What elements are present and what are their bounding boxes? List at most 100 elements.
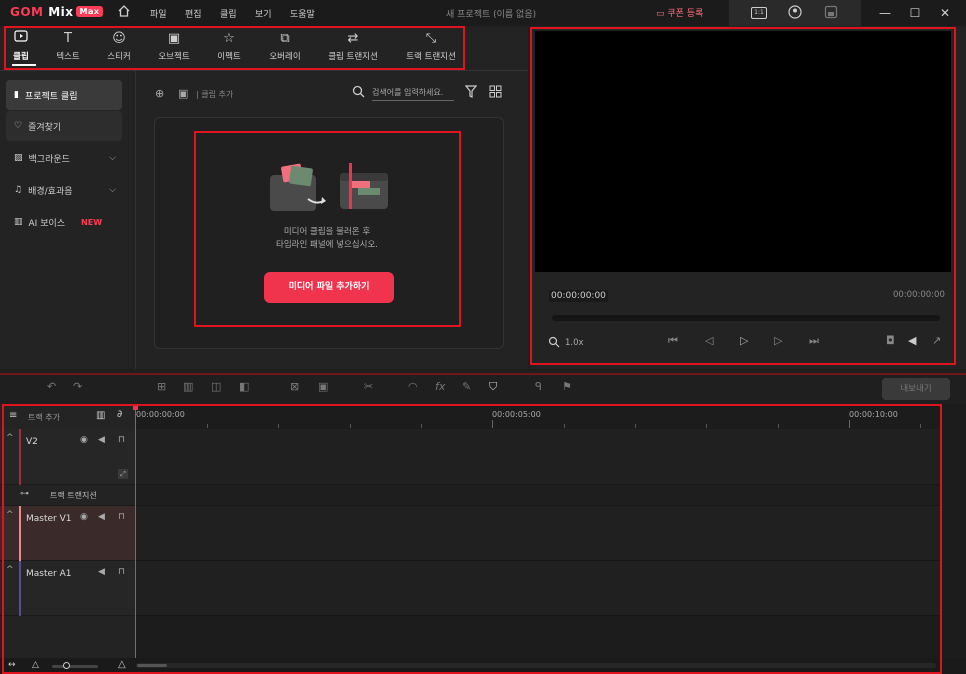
track-transition-icon: ⤡ — [425, 31, 437, 46]
trim-icon[interactable]: ◫ — [211, 380, 221, 393]
fx-icon[interactable]: fx — [435, 380, 445, 393]
menu-file[interactable]: 파일 — [150, 7, 167, 20]
lock-icon[interactable]: ⊓ — [118, 512, 125, 522]
track-header-empty — [0, 616, 135, 658]
playhead[interactable] — [135, 404, 136, 658]
close-icon[interactable]: ✕ — [936, 4, 954, 22]
next-frame-icon[interactable]: ▷ — [774, 334, 782, 347]
playback-speed[interactable]: 1.0x — [565, 338, 584, 348]
collapse-icon[interactable]: ^ — [6, 565, 14, 575]
insert-icon[interactable]: ⊞ — [157, 380, 166, 393]
expand-icon[interactable]: ⤢ — [118, 469, 128, 479]
undo-icon[interactable]: ↶ — [47, 380, 56, 393]
track-header-master-a1[interactable]: ^ Master A1 ◀ ⊓ — [0, 561, 135, 616]
play-icon[interactable]: ▷ — [740, 334, 748, 347]
fullscreen-icon[interactable]: ↗ — [932, 334, 941, 347]
snapshot-icon[interactable]: ◘ — [886, 334, 895, 347]
search-input[interactable]: 검색어를 입력하세요. — [372, 87, 454, 101]
collapse-icon[interactable]: ^ — [6, 433, 14, 443]
import-folder-icon[interactable]: ⊕ — [155, 87, 164, 100]
ruler-tick — [564, 424, 565, 428]
volume-icon[interactable]: ◀ — [98, 435, 105, 445]
add-track-icon[interactable]: ≡ — [9, 410, 17, 421]
skip-start-icon[interactable]: ⏮ — [668, 334, 678, 348]
menu-help[interactable]: 도움말 — [290, 7, 315, 20]
trim-end-icon[interactable]: ◧ — [239, 380, 249, 393]
pen-icon[interactable]: ✎ — [462, 380, 471, 393]
sidebar-item-project-clip[interactable]: ▮ 프로젝트 클립 — [6, 80, 122, 110]
eye-icon[interactable]: ◉ — [80, 512, 88, 522]
volume-icon[interactable]: ◀ — [98, 512, 105, 522]
sticker-icon: ☺ — [112, 31, 126, 46]
split-icon[interactable]: ▥ — [183, 380, 193, 393]
tab-track-transition[interactable]: ⤡ 트랙 트랜지션 — [401, 30, 461, 62]
add-media-button[interactable]: 미디어 파일 추가하기 — [264, 272, 394, 303]
lock-icon[interactable]: ⊓ — [118, 435, 125, 445]
volume-icon[interactable]: ◀ — [908, 334, 916, 347]
aspect-ratio-button[interactable]: 1:1 — [751, 7, 767, 19]
delete-icon[interactable]: ⊠ — [290, 380, 299, 393]
seek-bar[interactable] — [552, 315, 940, 321]
sidebar-item-ai-voice[interactable]: ▥ AI 보이스 NEW — [6, 207, 122, 237]
zoom-icon[interactable] — [548, 336, 560, 351]
clip-add-label[interactable]: | 클립 추가 — [196, 89, 233, 100]
menu-clip[interactable]: 클립 — [220, 7, 237, 20]
scrollbar-thumb[interactable] — [137, 664, 167, 667]
account-icon[interactable] — [788, 5, 802, 22]
search-icon[interactable] — [352, 85, 365, 101]
filter-icon[interactable] — [464, 85, 478, 101]
zoom-in-icon[interactable]: △ — [118, 659, 126, 670]
snap-icon[interactable]: ▥ — [96, 410, 105, 421]
track-lane-v2[interactable] — [136, 429, 940, 485]
tab-sticker[interactable]: ☺ 스티커 — [89, 30, 149, 62]
coupon-button[interactable]: ▭ 쿠폰 등록 — [656, 6, 703, 19]
prev-frame-icon[interactable]: ◁ — [705, 334, 713, 347]
menu-edit[interactable]: 편집 — [185, 7, 202, 20]
skip-end-icon[interactable]: ⏭ — [809, 334, 819, 348]
export-button[interactable]: 내보내기 — [882, 378, 950, 400]
save-icon[interactable] — [824, 5, 838, 22]
track-header-master-v1[interactable]: ^ Master V1 ◉ ◀ ⊓ — [0, 506, 135, 561]
zoom-slider[interactable] — [52, 665, 98, 668]
menu-view[interactable]: 보기 — [255, 7, 272, 20]
collapse-icon[interactable]: ^ — [6, 510, 14, 520]
ruler-tick — [421, 424, 422, 428]
redo-icon[interactable]: ↷ — [73, 380, 82, 393]
tab-object[interactable]: ▣ 오브젝트 — [144, 30, 204, 62]
marker-icon[interactable]: ᑫ — [535, 380, 542, 393]
timeline-scrollbar[interactable] — [136, 663, 936, 668]
track-lane-transition[interactable] — [136, 485, 940, 506]
track-header-v2[interactable]: ^ V2 ◉ ◀ ⊓ ⤢ — [0, 429, 135, 485]
link-chain-icon: ⊶ — [20, 489, 29, 499]
lock-icon[interactable]: ⊓ — [118, 567, 125, 577]
minimize-icon[interactable]: — — [876, 4, 894, 22]
flag-icon[interactable]: ⚑ — [562, 380, 572, 393]
tab-clip-transition[interactable]: ⇄ 클립 트랜지션 — [323, 30, 383, 62]
sidebar-item-background[interactable]: ▨ 백그라운드 ⌵ — [6, 143, 122, 173]
zoom-slider-thumb[interactable] — [63, 662, 70, 669]
video-preview[interactable] — [535, 31, 951, 272]
add-track-label[interactable]: 트랙 추가 — [28, 412, 60, 423]
ripple-delete-icon[interactable]: ▣ — [318, 380, 328, 393]
speed-icon[interactable]: ◠ — [408, 380, 418, 393]
track-lane-master-v1[interactable] — [136, 506, 940, 561]
track-header-transition[interactable]: ⊶ 트랙 트랜지션 — [0, 485, 135, 506]
home-icon[interactable] — [117, 4, 131, 22]
image-icon[interactable]: ▣ — [178, 87, 188, 100]
shield-icon[interactable]: ⛉ — [489, 380, 497, 394]
grid-view-icon[interactable] — [489, 85, 502, 101]
maximize-icon[interactable]: ☐ — [906, 4, 924, 22]
track-lane-master-a1[interactable] — [136, 561, 940, 616]
ruler-tick — [278, 424, 279, 428]
zoom-out-icon[interactable]: △ — [32, 660, 39, 670]
sidebar-item-favorites[interactable]: ♡ 즐겨찾기 — [6, 111, 122, 141]
volume-icon[interactable]: ◀ — [98, 567, 105, 577]
eye-icon[interactable]: ◉ — [80, 435, 88, 445]
link-icon[interactable]: ∂ — [117, 409, 122, 420]
tab-overlay[interactable]: ⧉ 오버레이 — [255, 30, 315, 62]
tab-effect[interactable]: ☆ 이펙트 — [199, 30, 259, 62]
cut-icon[interactable]: ✂ — [364, 380, 373, 393]
fit-width-icon[interactable]: ↔ — [8, 660, 16, 670]
sidebar-item-sound[interactable]: ♫ 배경/효과음 ⌵ — [6, 175, 122, 205]
playhead-handle[interactable] — [133, 404, 138, 410]
